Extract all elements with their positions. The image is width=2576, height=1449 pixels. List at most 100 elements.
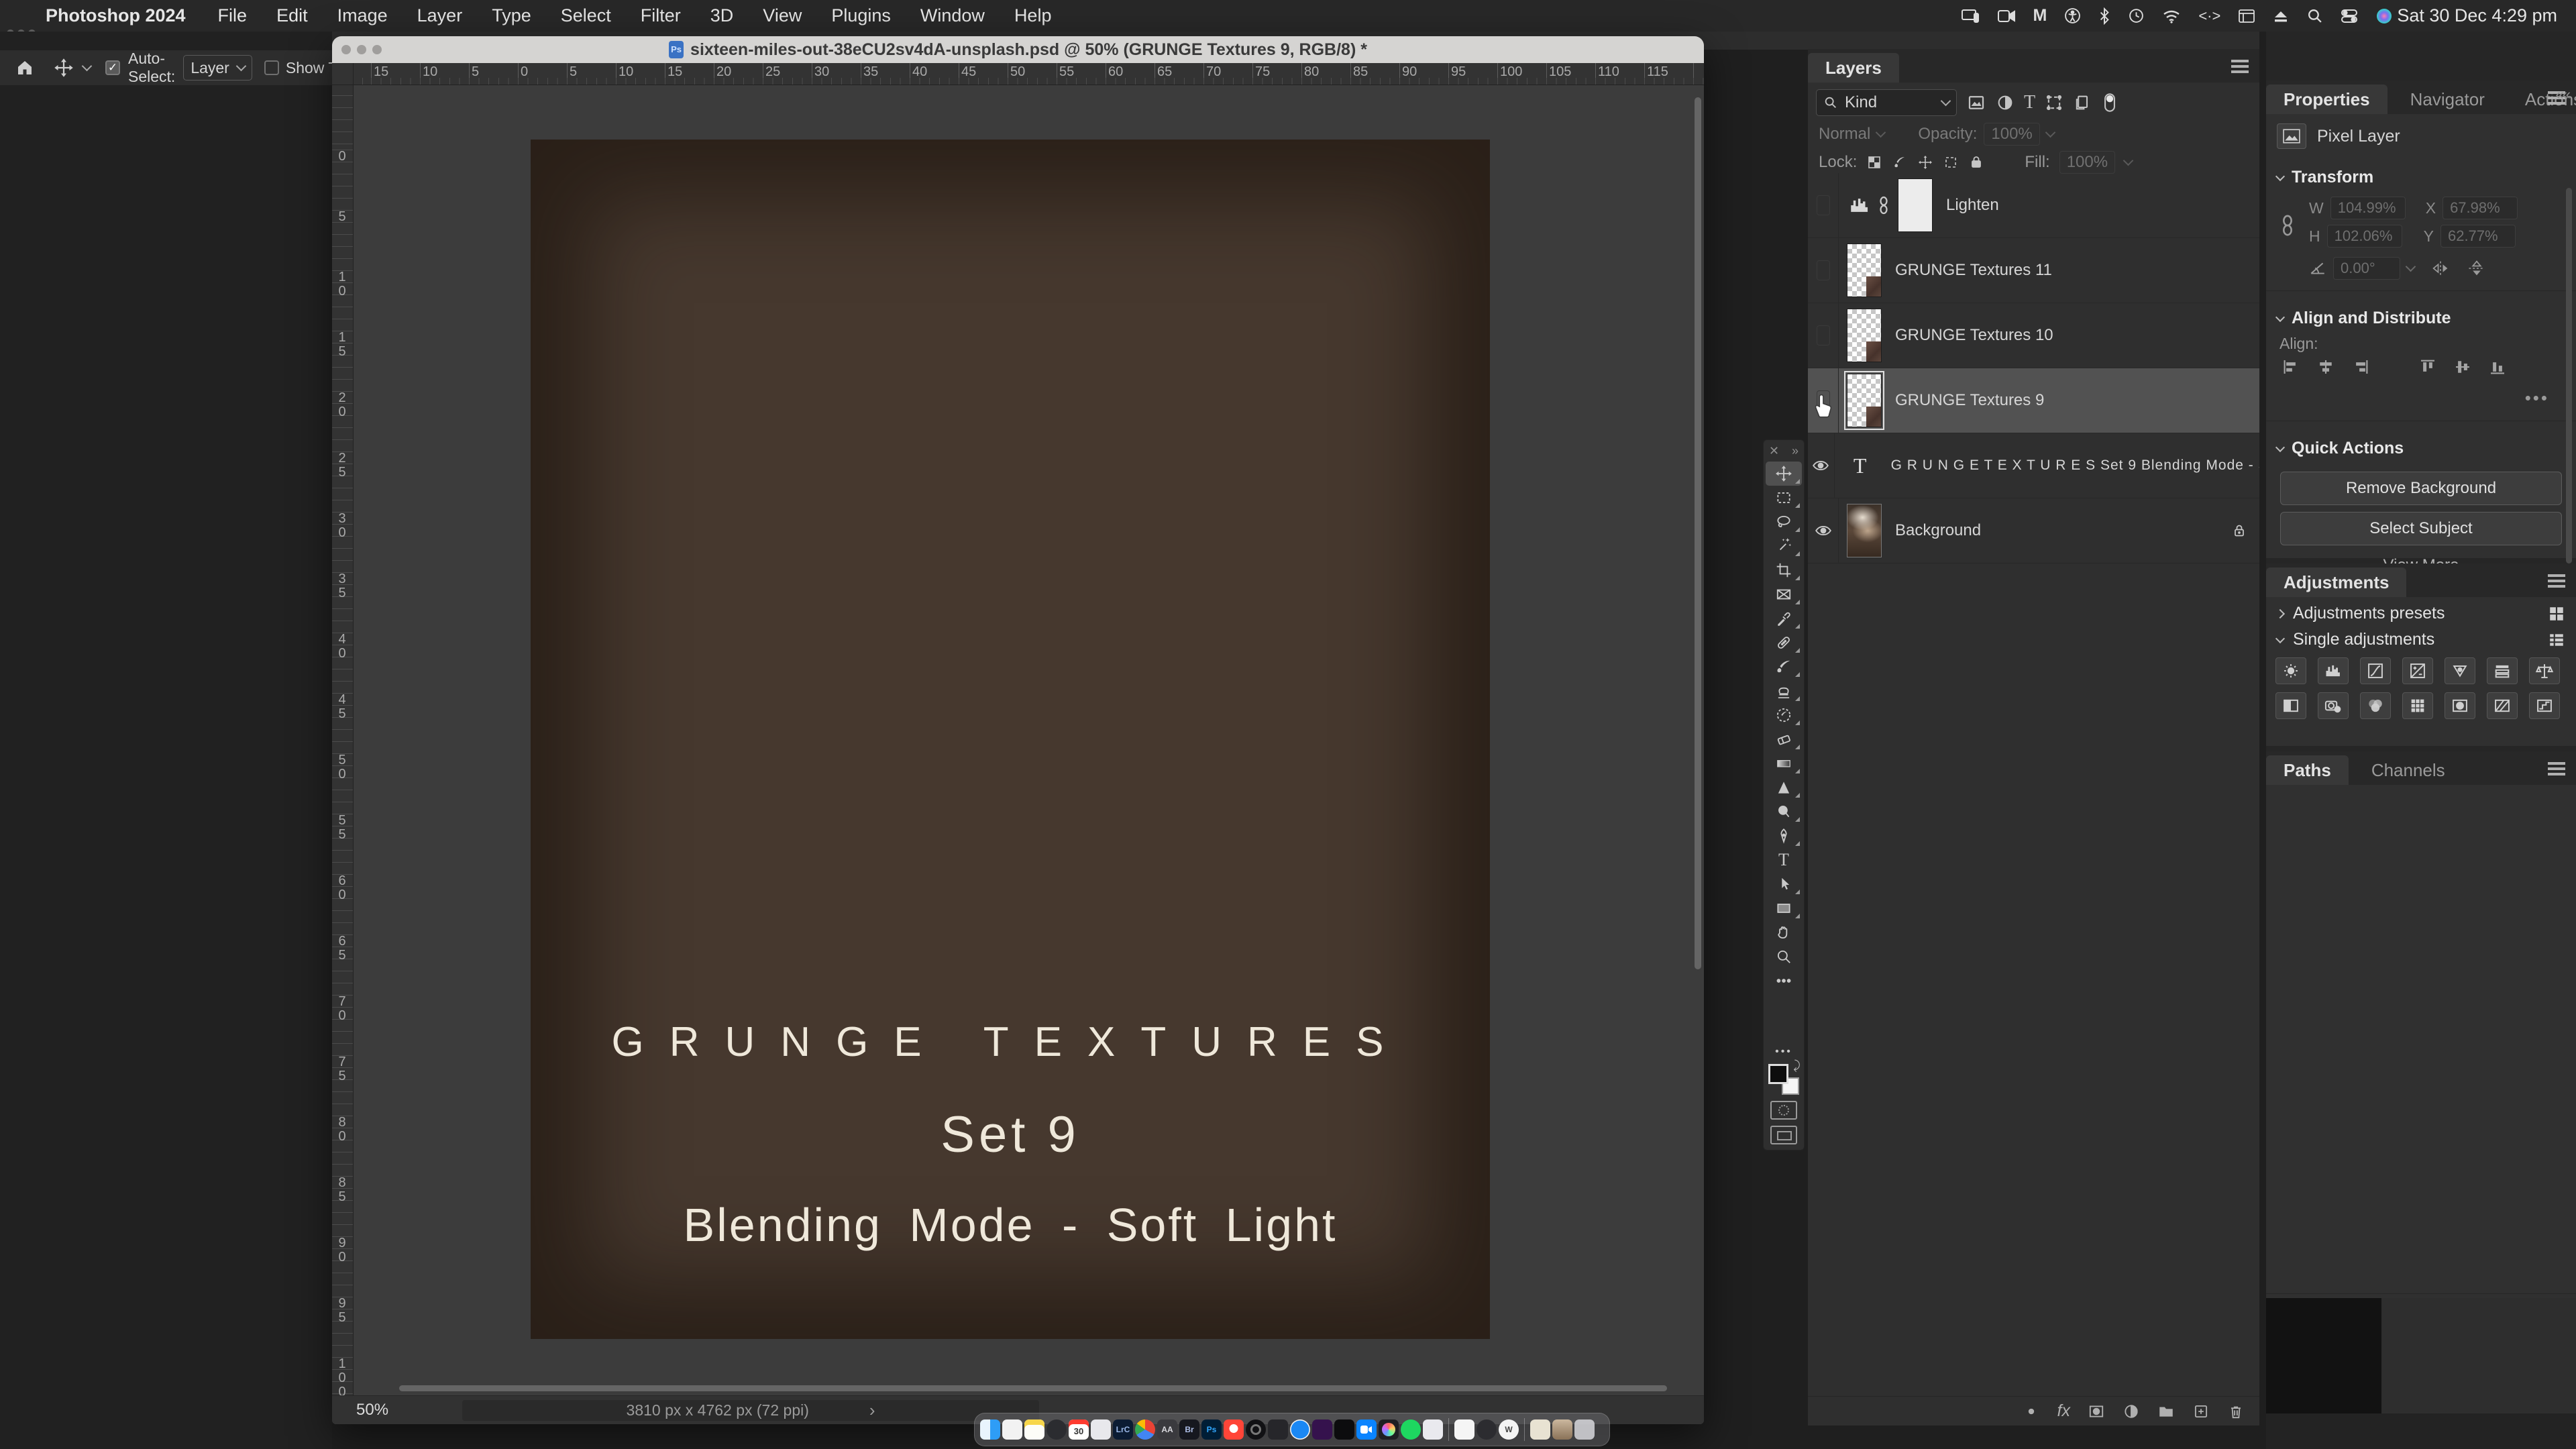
- dock-icon-photos[interactable]: [1091, 1419, 1111, 1440]
- frame-tool[interactable]: [1766, 582, 1802, 606]
- accessibility-icon[interactable]: [2064, 7, 2081, 24]
- app-menu-title[interactable]: Photoshop 2024: [46, 5, 186, 26]
- lock-all-icon[interactable]: [1968, 154, 1984, 170]
- home-icon[interactable]: [15, 58, 35, 78]
- dock-icon-dark-browser[interactable]: [1046, 1419, 1067, 1440]
- dock-icon-finder[interactable]: [980, 1419, 1000, 1440]
- horizontal-scrollbar[interactable]: [399, 1385, 1667, 1391]
- dodge-tool[interactable]: [1766, 800, 1802, 824]
- layer-name[interactable]: GRUNGE Textures 9: [1895, 391, 2044, 410]
- select-subject-button[interactable]: Select Subject: [2280, 512, 2562, 545]
- dock-icon-documents-stack[interactable]: [1530, 1419, 1550, 1440]
- exposure-adjustment-icon[interactable]: [2402, 657, 2433, 684]
- align-section-title[interactable]: Align and Distribute: [2292, 309, 2451, 328]
- menu-item-view[interactable]: View: [763, 5, 802, 26]
- dock-icon-black-app[interactable]: [1334, 1419, 1354, 1440]
- filter-toggle-icon[interactable]: [2101, 93, 2118, 113]
- layer-name[interactable]: G R U N G E T E X T U R E S Set 9 Blendi…: [1891, 458, 2259, 474]
- move-tool-options-icon[interactable]: [54, 58, 74, 78]
- align-bottom-icon[interactable]: [2487, 357, 2508, 377]
- marquee-tool[interactable]: [1766, 486, 1802, 510]
- code-icon[interactable]: <·>: [2198, 7, 2220, 25]
- mask-link-icon[interactable]: [1878, 195, 1890, 215]
- channel-mixer-adjustment-icon[interactable]: [2360, 692, 2391, 719]
- screen-mode-icon[interactable]: [1770, 1126, 1797, 1144]
- layer-name[interactable]: Background: [1895, 521, 1981, 540]
- ruler-corner[interactable]: [332, 63, 354, 85]
- lock-position-icon[interactable]: [1917, 154, 1933, 170]
- link-dimensions-icon[interactable]: [2279, 214, 2296, 237]
- spotlight-icon[interactable]: [2306, 7, 2323, 24]
- lock-artboard-icon[interactable]: [1943, 154, 1959, 170]
- bluetooth-icon[interactable]: [2098, 7, 2110, 25]
- lock-pixels-icon[interactable]: [1892, 154, 1908, 170]
- menu-item-layer[interactable]: Layer: [417, 5, 463, 26]
- dock-icon-safari[interactable]: [1290, 1419, 1310, 1440]
- align-top-icon[interactable]: [2418, 357, 2438, 377]
- time-machine-icon[interactable]: [2128, 7, 2145, 24]
- toolbar-close-icon[interactable]: ✕: [1769, 444, 1779, 458]
- layer-thumbnail[interactable]: [1847, 244, 1882, 297]
- history-brush-tool[interactable]: [1766, 703, 1802, 727]
- malwarebytes-icon[interactable]: M: [2033, 6, 2047, 25]
- type-tool[interactable]: T: [1766, 848, 1802, 872]
- flip-horizontal-icon[interactable]: [2430, 260, 2451, 277]
- align-left-icon[interactable]: [2281, 357, 2301, 377]
- clone-stamp-tool[interactable]: [1766, 679, 1802, 703]
- paths-menu-icon[interactable]: [2548, 762, 2565, 765]
- dock-icon-facetime[interactable]: [1356, 1419, 1377, 1440]
- remove-background-button[interactable]: Remove Background: [2280, 472, 2562, 505]
- layer-row-grunge-textures-10[interactable]: GRUNGE Textures 10: [1808, 303, 2259, 368]
- link-icon[interactable]: [2023, 1403, 2040, 1420]
- dock-icon-notes[interactable]: [1024, 1419, 1044, 1440]
- align-more-icon[interactable]: •••: [2266, 377, 2576, 413]
- layer-visibility-toggle-empty[interactable]: [1808, 303, 1839, 368]
- angle-field[interactable]: 0.00°: [2333, 257, 2400, 280]
- screen-record-icon[interactable]: [1997, 9, 2016, 23]
- dock-icon-w-app[interactable]: W: [1499, 1419, 1519, 1440]
- filter-adjustment-layers-icon[interactable]: [1996, 93, 2015, 112]
- sharpen-tool[interactable]: [1766, 775, 1802, 800]
- new-layer-icon[interactable]: [2192, 1403, 2210, 1420]
- dock-icon-trash[interactable]: [1574, 1419, 1595, 1440]
- window-manager-icon[interactable]: [2238, 9, 2255, 23]
- threshold-adjustment-icon[interactable]: [2529, 692, 2560, 719]
- y-field[interactable]: 62.77%: [2440, 225, 2516, 248]
- layer-visibility-toggle-empty[interactable]: [1808, 173, 1839, 237]
- tab-navigator[interactable]: Navigator: [2393, 85, 2502, 114]
- show-transform-checkbox[interactable]: [264, 60, 279, 75]
- crop-tool[interactable]: [1766, 558, 1802, 582]
- menu-item-image[interactable]: Image: [337, 5, 388, 26]
- path-select-tool[interactable]: [1766, 872, 1802, 896]
- fx-icon[interactable]: fx: [2057, 1401, 2070, 1421]
- tab-channels[interactable]: Channels: [2354, 755, 2463, 785]
- hand-tool[interactable]: [1766, 920, 1802, 945]
- pen-tool[interactable]: [1766, 824, 1802, 848]
- document-titlebar[interactable]: Ps sixteen-miles-out-38eCU2sv4dA-unsplas…: [332, 36, 1704, 63]
- menu-item-plugins[interactable]: Plugins: [831, 5, 891, 26]
- vibrance-adjustment-icon[interactable]: [2445, 657, 2475, 684]
- layer-name[interactable]: Lighten: [1946, 196, 1999, 215]
- layer-visibility-eye-icon[interactable]: [1808, 498, 1839, 563]
- tab-properties[interactable]: Properties: [2266, 85, 2387, 114]
- filter-shape-layers-icon[interactable]: [2045, 93, 2063, 112]
- single-adjustments-label[interactable]: Single adjustments: [2293, 630, 2434, 649]
- levels-adjustment-icon[interactable]: [2318, 657, 2349, 684]
- window-traffic-lights[interactable]: [341, 45, 382, 54]
- document-size-info[interactable]: 3810 px x 4762 px (72 ppi) ›: [462, 1400, 1039, 1421]
- menu-item-file[interactable]: File: [218, 5, 248, 26]
- adjustment-icon[interactable]: [2123, 1403, 2140, 1420]
- menu-clock[interactable]: Sat 30 Dec 4:29 pm: [2397, 5, 2557, 26]
- properties-scrollbar[interactable]: [2566, 188, 2572, 564]
- dock-icon-image-file[interactable]: [1552, 1419, 1572, 1440]
- single-list-icon[interactable]: [2548, 631, 2565, 649]
- auto-select-target-dropdown[interactable]: Layer: [183, 55, 252, 80]
- transform-section-title[interactable]: Transform: [2292, 168, 2373, 187]
- flip-vertical-icon[interactable]: [2467, 260, 2487, 277]
- toolbar-expand-icon[interactable]: »: [1792, 444, 1799, 458]
- x-field[interactable]: 67.98%: [2443, 197, 2518, 219]
- width-field[interactable]: 104.99%: [2330, 197, 2406, 219]
- brush-tool[interactable]: [1766, 655, 1802, 679]
- posterize-adjustment-icon[interactable]: [2487, 692, 2518, 719]
- layer-mask-thumbnail[interactable]: [1898, 178, 1933, 232]
